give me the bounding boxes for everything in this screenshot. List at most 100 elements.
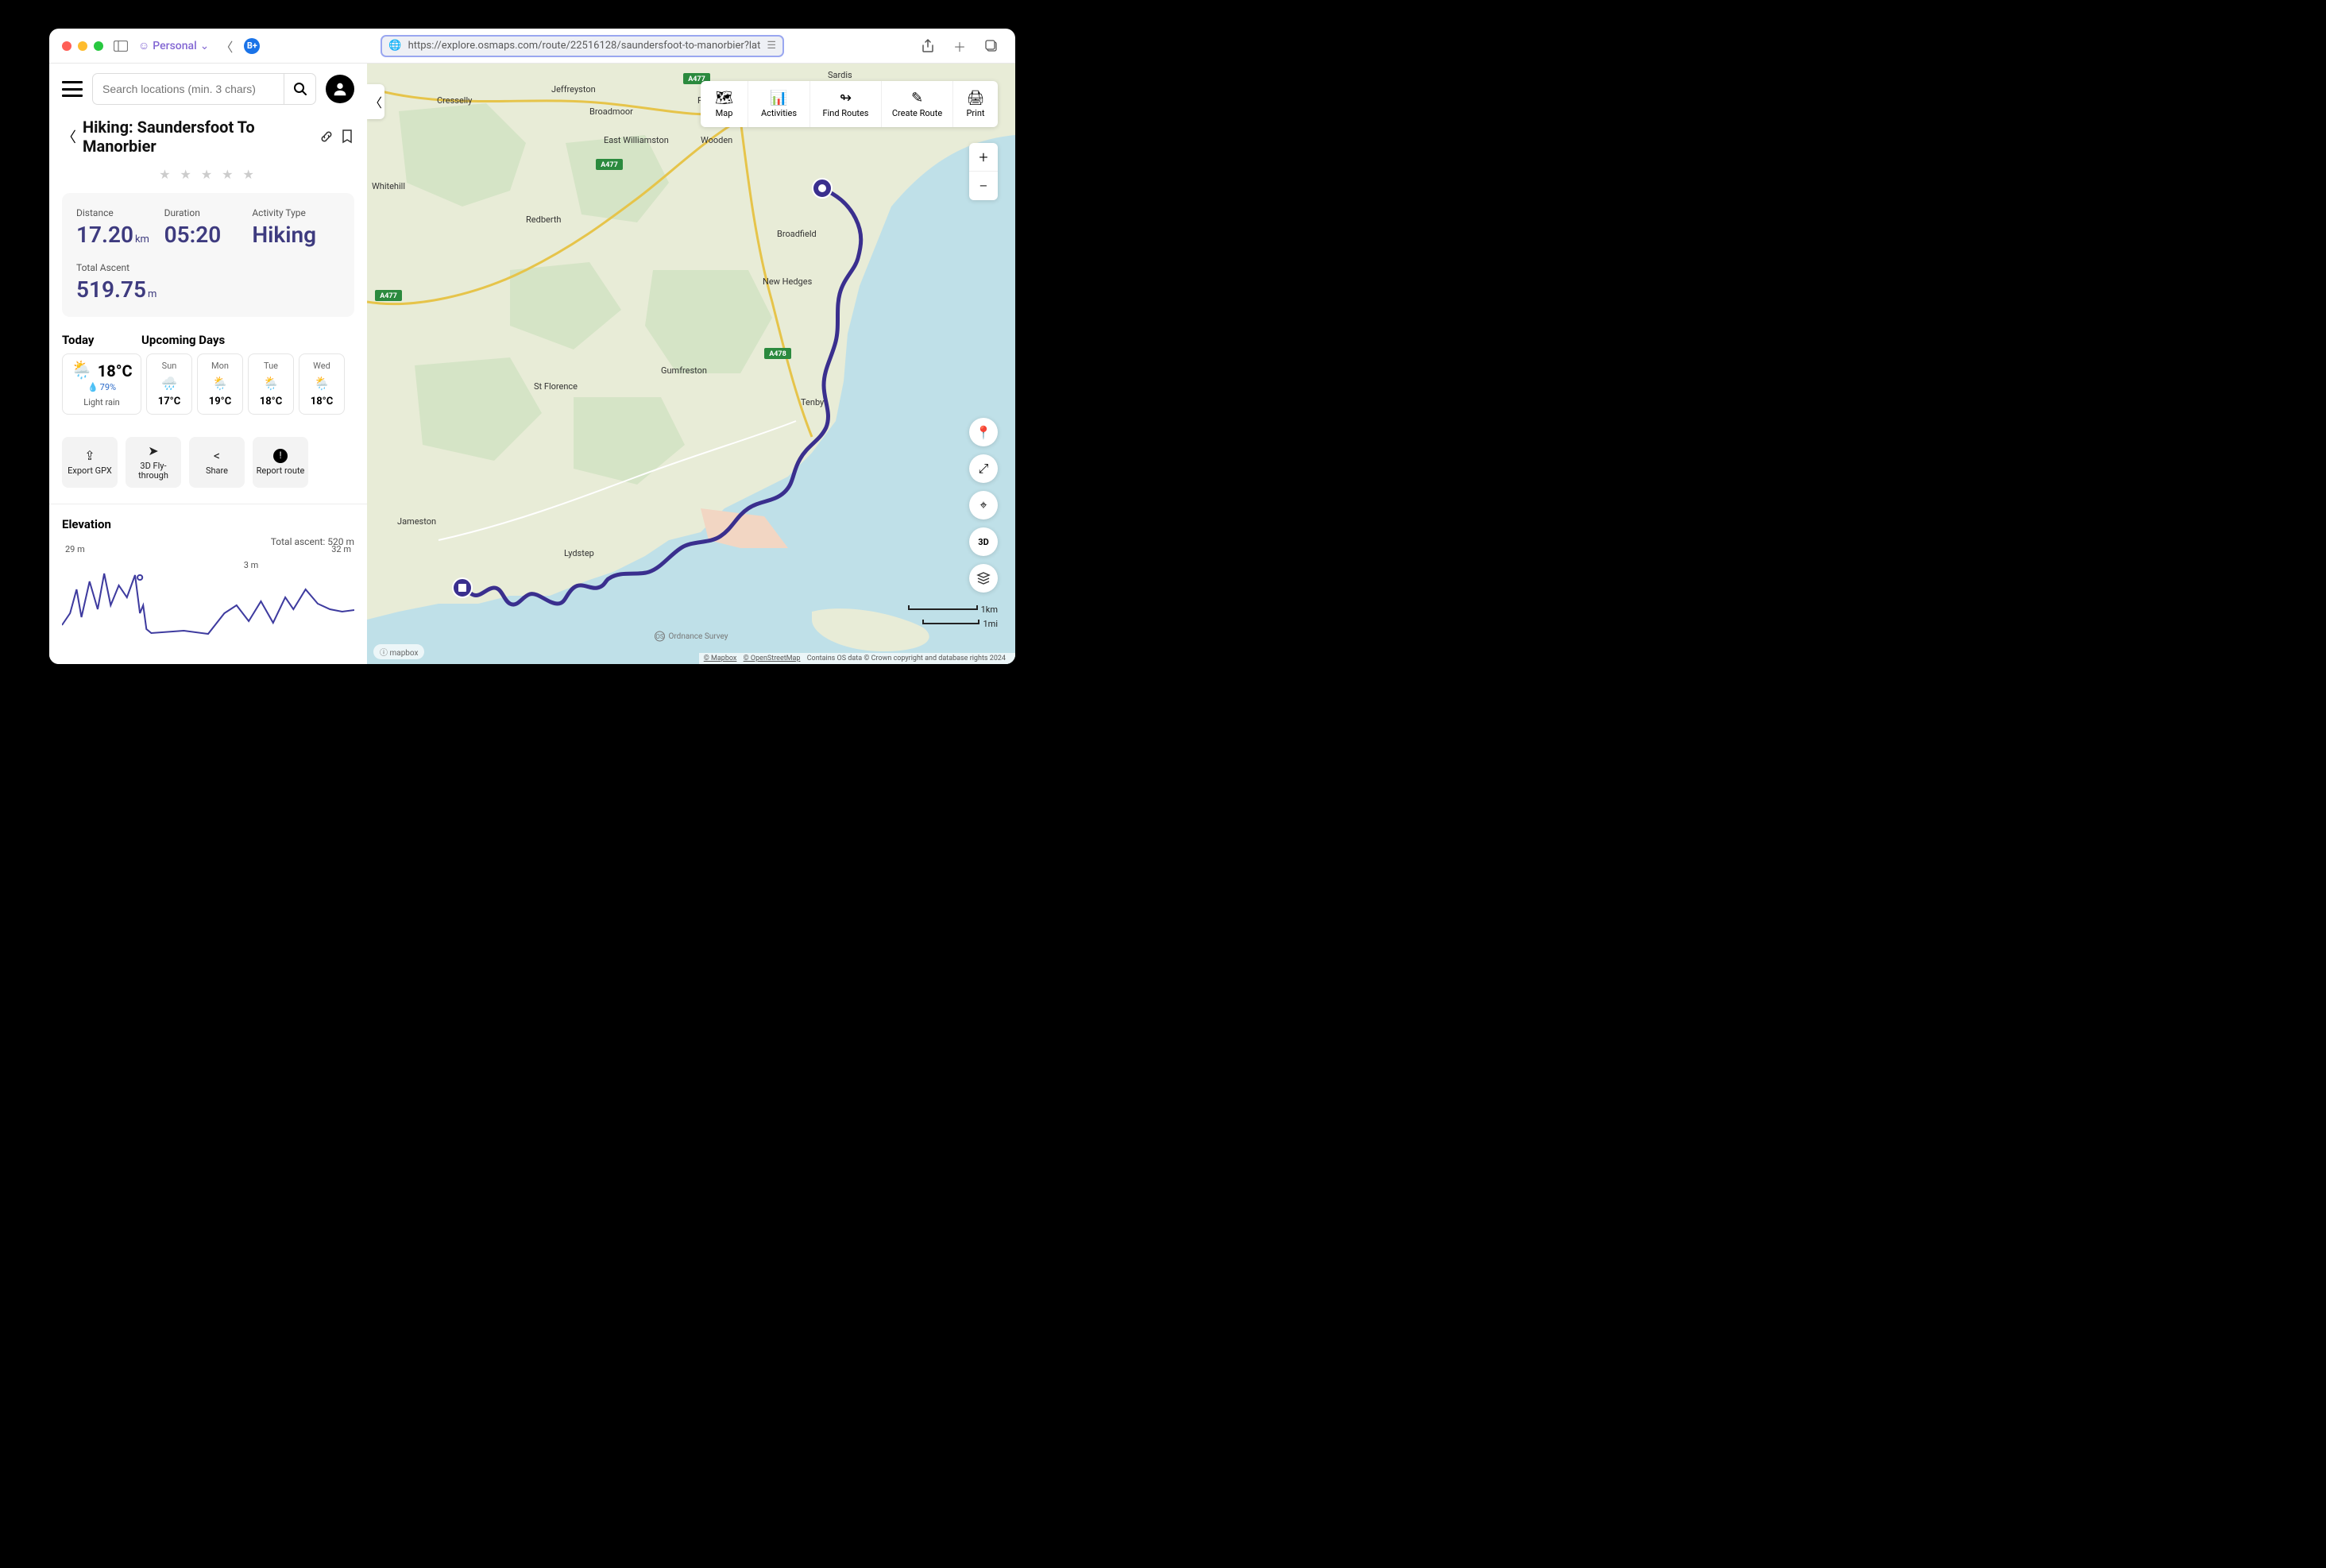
zoom-control: + − bbox=[969, 143, 998, 200]
shield-label: A477 bbox=[601, 161, 618, 169]
rain-icon: 🌦️ bbox=[304, 376, 339, 391]
smile-icon: ☺ bbox=[138, 39, 149, 52]
toolbar-find-routes[interactable]: ↬ Find Routes bbox=[810, 81, 882, 127]
upload-icon: ⇪ bbox=[84, 449, 95, 463]
toolbar-label: Find Routes bbox=[823, 108, 869, 118]
toolbar-create-route[interactable]: ✎ Create Route bbox=[882, 81, 953, 127]
today-condition: Light rain bbox=[69, 397, 134, 407]
flythrough-button[interactable]: ➤ 3D Fly-through bbox=[126, 437, 181, 488]
day-temp: 17°C bbox=[152, 396, 187, 407]
map-canvas[interactable]: A477 A477 A477 A478 Cresselly Jeffreysto… bbox=[367, 64, 1015, 664]
chevron-down-icon: ⌄ bbox=[200, 40, 210, 52]
scale-bar: 1km 1mi bbox=[908, 602, 998, 631]
elevation-chart[interactable] bbox=[62, 566, 354, 637]
stat-value: 05:20 bbox=[164, 222, 222, 248]
scale-mi: 1mi bbox=[983, 619, 998, 629]
map-label: Tenby bbox=[801, 397, 825, 407]
map-label: St Florence bbox=[534, 381, 578, 392]
map-label: Jeffreyston bbox=[551, 84, 596, 95]
toolbar-activities[interactable]: 📊 Activities bbox=[748, 81, 810, 127]
share-button[interactable]: < Share bbox=[189, 437, 245, 488]
zoom-out-button[interactable]: − bbox=[969, 172, 998, 200]
activities-icon: 📊 bbox=[770, 90, 787, 106]
map-label: New Hedges bbox=[763, 276, 813, 287]
elevation-section: Elevation Total ascent: 520 m 29 m 3 m 3… bbox=[49, 504, 367, 653]
today-heading: Today bbox=[62, 333, 141, 347]
browser-chrome: ☺ Personal ⌄ 〈 B+ 🌐 https://explore.osma… bbox=[49, 29, 1015, 64]
new-tab-icon[interactable]: ＋ bbox=[952, 38, 968, 54]
star-rating[interactable]: ★ ★ ★ ★ ★ bbox=[49, 162, 367, 193]
day-card: Mon 🌦️ 19°C bbox=[197, 353, 243, 415]
map-label: Redberth bbox=[526, 214, 561, 225]
zoom-in-button[interactable]: + bbox=[969, 143, 998, 172]
pencil-icon: ✎ bbox=[911, 90, 923, 106]
maximize-window-button[interactable] bbox=[94, 41, 103, 51]
minimize-window-button[interactable] bbox=[78, 41, 87, 51]
drop-icon: 💧 bbox=[87, 382, 99, 392]
route-markers-button[interactable]: 📍 bbox=[969, 418, 998, 446]
profile-label: Personal bbox=[153, 40, 196, 52]
upcoming-heading: Upcoming Days bbox=[141, 333, 225, 347]
sidebar-toggle-icon[interactable] bbox=[113, 38, 129, 54]
window-controls bbox=[62, 41, 103, 51]
precip-value: 79% bbox=[100, 382, 116, 392]
rain-icon: 🌦️ bbox=[253, 376, 288, 391]
link-icon[interactable] bbox=[319, 129, 334, 144]
toolbar-print[interactable]: 🖨 Print bbox=[953, 81, 998, 127]
locate-button[interactable]: ⌖ bbox=[969, 491, 998, 519]
today-temp: 18°C bbox=[98, 361, 133, 380]
mapbox-badge[interactable]: ⓘ mapbox bbox=[373, 644, 424, 659]
layers-button[interactable] bbox=[969, 564, 998, 593]
back-button[interactable]: 〈 bbox=[62, 126, 76, 147]
weather-section: Today Upcoming Days 🌦️ 18°C 💧79% Light r… bbox=[49, 317, 367, 431]
bookmark-icon[interactable] bbox=[340, 129, 354, 144]
stat-distance: Distance 17.20km bbox=[76, 207, 164, 248]
action-label: 3D Fly-through bbox=[126, 462, 181, 481]
day-temp: 19°C bbox=[203, 396, 238, 407]
scale-km: 1km bbox=[981, 604, 998, 615]
back-button[interactable]: 〈 bbox=[218, 38, 234, 54]
search-button[interactable] bbox=[284, 74, 315, 104]
view-3d-button[interactable]: 3D bbox=[969, 527, 998, 556]
export-gpx-button[interactable]: ⇪ Export GPX bbox=[62, 437, 118, 488]
day-temp: 18°C bbox=[304, 396, 339, 407]
action-row: ⇪ Export GPX ➤ 3D Fly-through < Share ! … bbox=[49, 431, 367, 494]
map-label: Cresselly bbox=[437, 95, 473, 106]
map-label: Whitehill bbox=[372, 181, 405, 191]
collapse-sidebar-button[interactable]: 〈 bbox=[367, 84, 384, 119]
stat-label: Duration bbox=[164, 207, 253, 218]
menu-button[interactable] bbox=[62, 81, 83, 97]
report-button[interactable]: ! Report route bbox=[253, 437, 308, 488]
profile-picker[interactable]: ☺ Personal ⌄ bbox=[138, 39, 209, 52]
attrib-mapbox[interactable]: © Mapbox bbox=[704, 655, 737, 662]
route-icon: ↬ bbox=[840, 90, 852, 106]
plane-icon: ➤ bbox=[148, 444, 158, 458]
tabs-overview-icon[interactable] bbox=[983, 38, 999, 54]
day-card: Wed 🌦️ 18°C bbox=[299, 353, 345, 415]
stats-card: Distance 17.20km Duration 05:20 Activity… bbox=[62, 193, 354, 317]
search-input[interactable] bbox=[93, 83, 284, 95]
attrib-osm[interactable]: © OpenStreetMap bbox=[744, 655, 801, 662]
reader-icon[interactable]: ☰ bbox=[767, 40, 776, 52]
shield-label: A478 bbox=[769, 350, 786, 358]
map-label: Sardis bbox=[828, 70, 852, 80]
share-icon[interactable] bbox=[920, 38, 936, 54]
account-button[interactable] bbox=[326, 75, 354, 103]
map-label: Jameston bbox=[397, 516, 436, 527]
toolbar-label: Map bbox=[716, 108, 733, 118]
stat-label: Total Ascent bbox=[76, 262, 340, 273]
toolbar-map[interactable]: 🗺 Map bbox=[701, 81, 748, 127]
globe-icon: 🌐 bbox=[388, 40, 401, 52]
toolbar-label: Create Route bbox=[892, 108, 942, 118]
share-icon: < bbox=[214, 449, 220, 463]
day-name: Sun bbox=[152, 361, 187, 371]
shield-label: A477 bbox=[380, 292, 397, 300]
fullscreen-button[interactable]: ⤢ bbox=[969, 454, 998, 483]
close-window-button[interactable] bbox=[62, 41, 71, 51]
stat-ascent: Total Ascent 519.75m bbox=[76, 262, 340, 303]
stat-value: 17.20 bbox=[76, 222, 133, 248]
day-name: Mon bbox=[203, 361, 238, 371]
search-field[interactable] bbox=[92, 73, 316, 105]
url-bar[interactable]: 🌐 https://explore.osmaps.com/route/22516… bbox=[381, 35, 784, 57]
bplus-badge[interactable]: B+ bbox=[244, 38, 260, 54]
